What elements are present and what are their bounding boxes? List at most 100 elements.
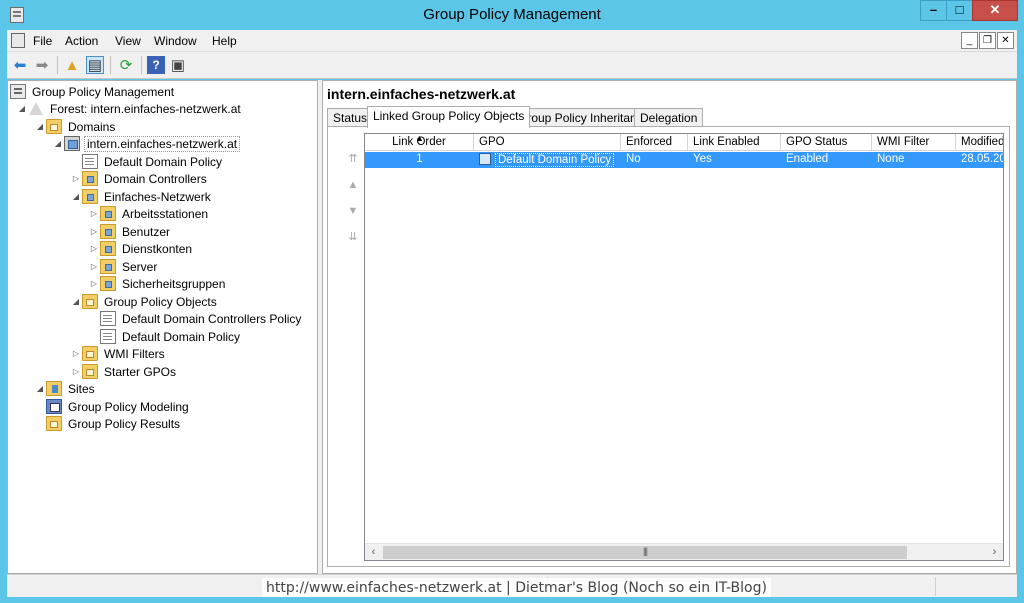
tree-item-sites[interactable]: ◢ Sites [34, 380, 97, 397]
column-header-gpo-status[interactable]: GPO Status [781, 134, 872, 151]
column-header-enforced[interactable]: Enforced [621, 134, 688, 151]
tree-item-root[interactable]: Group Policy Management [10, 83, 176, 100]
status-segment [935, 577, 936, 596]
mdi-minimize-button[interactable]: _ [961, 32, 978, 49]
collapse-arrow-icon[interactable]: ◢ [70, 192, 82, 201]
linked-gpos-panel: ⇈ ▲ ▼ ⇊ Link Order ▲ GPO Enforced Link E… [327, 126, 1010, 567]
collapse-arrow-icon[interactable]: ◢ [70, 297, 82, 306]
collapse-arrow-icon[interactable]: ◢ [16, 104, 28, 113]
tab-linked-gpos[interactable]: Linked Group Policy Objects [367, 106, 531, 128]
minimize-icon: – [929, 2, 938, 17]
tree-item-label: Group Policy Management [32, 84, 175, 99]
tree-item-starter-gpos[interactable]: ▷ Starter GPOs [70, 363, 178, 380]
collapse-arrow-icon[interactable]: ◢ [34, 384, 46, 393]
expand-arrow-icon[interactable]: ▷ [70, 174, 82, 183]
move-up-icon[interactable]: ▲ [343, 175, 363, 195]
mdi-restore-button[interactable]: ❐ [979, 32, 996, 49]
menu-file[interactable]: File [33, 34, 52, 48]
refresh-icon[interactable]: ⟳ [117, 56, 135, 74]
scrollbar-thumb[interactable]: ||| [383, 546, 907, 559]
expand-arrow-icon[interactable]: ▷ [88, 244, 100, 253]
tree-item-label: Arbeitsstationen [122, 206, 209, 221]
maximize-button[interactable]: □ [946, 0, 973, 21]
scroll-left-icon[interactable]: ‹ [365, 544, 382, 560]
tree-item-default-domain-policy-link[interactable]: Default Domain Policy [82, 153, 224, 170]
column-header-wmi-filter[interactable]: WMI Filter [872, 134, 956, 151]
minimize-button[interactable]: – [920, 0, 947, 21]
expand-arrow-icon[interactable]: ▷ [88, 209, 100, 218]
help-icon[interactable]: ? [147, 56, 165, 74]
tab-delegation[interactable]: Delegation [634, 108, 704, 127]
tree-item-wmi-filters[interactable]: ▷ WMI Filters [70, 345, 167, 362]
column-header-link-enabled[interactable]: Link Enabled [688, 134, 781, 151]
tree-item-label: Server [122, 259, 158, 274]
expand-arrow-icon[interactable]: ▷ [70, 367, 82, 376]
tree-item-ou[interactable]: ▷ Arbeitsstationen [88, 205, 210, 222]
tree-item-modeling[interactable]: Group Policy Modeling [46, 398, 191, 415]
tree-item-label: Sites [68, 381, 95, 396]
expand-arrow-icon[interactable]: ▷ [70, 349, 82, 358]
cell-modified: 28.05.20 [961, 153, 1004, 165]
tree-item-label: Dienstkonten [122, 241, 193, 256]
tree-item-label: Default Domain Controllers Policy [122, 311, 302, 326]
title-bar: Group Policy Management – □ ✕ [0, 0, 1024, 30]
tree-item-label: Domains [68, 119, 116, 134]
page-title: intern.einfaches-netzwerk.at [327, 86, 516, 102]
tree-item-group-policy-objects[interactable]: ◢ Group Policy Objects [70, 293, 219, 310]
mdi-close-button[interactable]: ✕ [997, 32, 1014, 49]
toolbar-separator [57, 56, 58, 74]
column-header-link-order[interactable]: Link Order ▲ [365, 134, 474, 151]
cell-wmi-filter: None [877, 153, 905, 165]
gpo-name: Default Domain Policy [495, 153, 615, 167]
tree-item-label: Forest: intern.einfaches-netzwerk.at [50, 101, 241, 116]
tree-item-einfaches-netzwerk[interactable]: ◢ Einfaches-Netzwerk [70, 188, 213, 205]
menu-window[interactable]: Window [154, 34, 197, 48]
menu-help[interactable]: Help [212, 34, 237, 48]
up-level-icon[interactable]: ▲ [63, 56, 81, 74]
tree-item-label: Group Policy Results [68, 416, 181, 431]
tree-item-forest[interactable]: ◢ Forest: intern.einfaches-netzwerk.at [16, 100, 243, 117]
tree-item-domain-controllers[interactable]: ▷ Domain Controllers [70, 170, 209, 187]
ou-icon [100, 224, 116, 239]
menu-view[interactable]: View [115, 34, 141, 48]
tree-item-gpo[interactable]: Default Domain Policy [100, 328, 242, 345]
show-hide-tree-icon[interactable]: ▤ [86, 56, 104, 74]
modeling-icon [46, 399, 62, 414]
forest-icon [28, 101, 44, 116]
tree-item-ou[interactable]: ▷ Sicherheitsgruppen [88, 275, 227, 292]
expand-arrow-icon[interactable]: ▷ [88, 227, 100, 236]
tree-item-gpo[interactable]: Default Domain Controllers Policy [100, 310, 303, 327]
tree-item-ou[interactable]: ▷ Dienstkonten [88, 240, 194, 257]
collapse-arrow-icon[interactable]: ◢ [52, 139, 64, 148]
tree-item-ou[interactable]: ▷ Server [88, 258, 159, 275]
show-action-pane-icon[interactable]: ▣ [169, 56, 187, 74]
column-header-gpo[interactable]: GPO [474, 134, 621, 151]
table-row[interactable]: 1 Default Domain Policy No Yes Enabled N… [365, 152, 1003, 168]
cell-enforced: No [626, 153, 641, 165]
back-icon[interactable]: ⬅ [11, 56, 29, 74]
move-down-icon[interactable]: ▼ [343, 201, 363, 221]
move-to-top-icon[interactable]: ⇈ [343, 149, 363, 169]
horizontal-scrollbar[interactable]: ‹ ||| › [365, 543, 1003, 560]
expand-arrow-icon[interactable]: ▷ [88, 262, 100, 271]
tree-item-ou[interactable]: ▷ Benutzer [88, 223, 172, 240]
collapse-arrow-icon[interactable]: ◢ [34, 122, 46, 131]
cell-link-enabled: Yes [693, 153, 712, 165]
tree-item-domain[interactable]: ◢ intern.einfaches-netzwerk.at [52, 135, 241, 152]
close-button[interactable]: ✕ [972, 0, 1018, 21]
console-menu-icon[interactable] [11, 33, 25, 48]
tree-item-domains[interactable]: ◢ Domains [34, 118, 117, 135]
expand-arrow-icon[interactable]: ▷ [88, 279, 100, 288]
tree-item-results[interactable]: Group Policy Results [46, 415, 182, 432]
tree-item-label: Benutzer [122, 224, 171, 239]
forward-icon[interactable]: ➡ [33, 56, 51, 74]
column-header-modified[interactable]: Modified [956, 134, 1003, 151]
group-policy-management-icon [10, 84, 26, 99]
tree-item-label: Group Policy Modeling [68, 399, 189, 414]
move-to-bottom-icon[interactable]: ⇊ [343, 227, 363, 247]
ou-icon [100, 206, 116, 221]
window-title: Group Policy Management [423, 6, 601, 23]
ou-icon [82, 189, 98, 204]
menu-action[interactable]: Action [65, 34, 98, 48]
scroll-right-icon[interactable]: › [986, 544, 1003, 560]
